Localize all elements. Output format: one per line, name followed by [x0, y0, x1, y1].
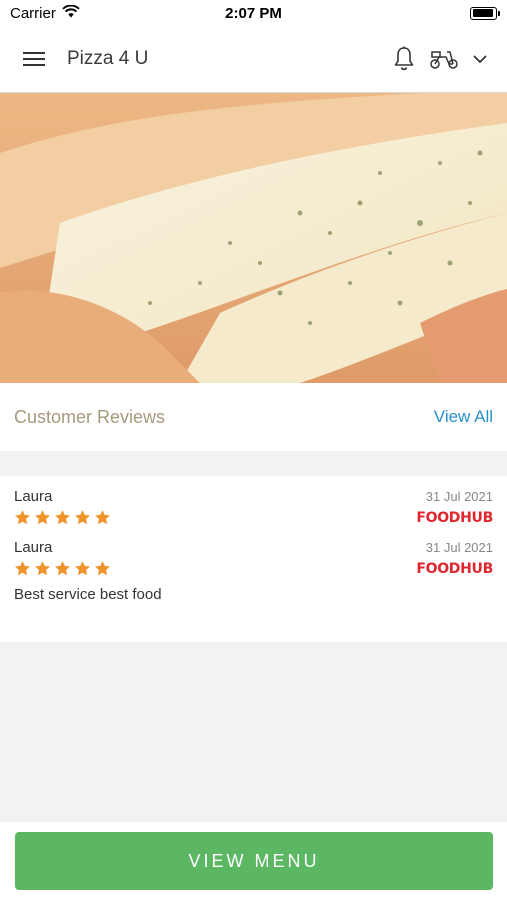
- reviewer-name: Laura: [14, 488, 53, 505]
- page-title: Pizza 4 U: [67, 48, 149, 69]
- menu-button[interactable]: [20, 45, 48, 73]
- wifi-icon: [62, 4, 80, 22]
- review-item: Laura 31 Jul 2021 FOODHUB: [14, 488, 493, 526]
- reviews-list: Laura 31 Jul 2021 FOODHUB Laura 31 Jul 2…: [0, 476, 507, 642]
- star-icon: [35, 510, 50, 525]
- star-icon: [55, 510, 70, 525]
- hero-image: [0, 93, 507, 383]
- carrier-label: Carrier: [10, 4, 56, 22]
- star-icon: [75, 561, 90, 576]
- reviews-header: Customer Reviews View All: [0, 383, 507, 451]
- foodhub-logo: FOODHUB: [416, 509, 493, 526]
- star-rating: [14, 560, 111, 577]
- star-rating: [14, 509, 111, 526]
- battery-fill: [472, 9, 494, 17]
- star-icon: [95, 561, 110, 576]
- star-icon: [95, 510, 110, 525]
- delivery-mode-button[interactable]: [429, 48, 459, 70]
- chevron-down-icon: [473, 55, 487, 63]
- hero-overlay: [0, 93, 507, 383]
- notifications-button[interactable]: [393, 46, 415, 72]
- star-icon: [35, 561, 50, 576]
- review-date: 31 Jul 2021: [425, 489, 493, 504]
- menu-icon: [23, 52, 45, 66]
- star-icon: [75, 510, 90, 525]
- bell-icon: [394, 46, 414, 71]
- view-menu-button[interactable]: VIEW MENU: [15, 832, 493, 890]
- reviews-title: Customer Reviews: [14, 406, 166, 427]
- app-header: Pizza 4 U: [0, 26, 507, 93]
- bottom-bar: VIEW MENU: [0, 822, 507, 900]
- foodhub-logo: FOODHUB: [416, 560, 493, 577]
- star-icon: [15, 510, 30, 525]
- view-all-link[interactable]: View All: [434, 407, 493, 427]
- star-icon: [15, 561, 30, 576]
- review-date: 31 Jul 2021: [425, 540, 493, 555]
- star-icon: [55, 561, 70, 576]
- header-actions: [393, 46, 487, 72]
- review-item: Laura 31 Jul 2021 FOODHUB Best service b…: [14, 539, 493, 603]
- status-left: Carrier: [10, 4, 80, 22]
- dropdown-button[interactable]: [473, 55, 487, 64]
- review-text: Best service best food: [14, 586, 162, 603]
- status-bar: Carrier 2:07 PM: [0, 0, 507, 26]
- reviewer-name: Laura: [14, 539, 53, 556]
- scooter-icon: [430, 51, 458, 69]
- battery-icon: [470, 6, 500, 20]
- status-right: [470, 6, 500, 20]
